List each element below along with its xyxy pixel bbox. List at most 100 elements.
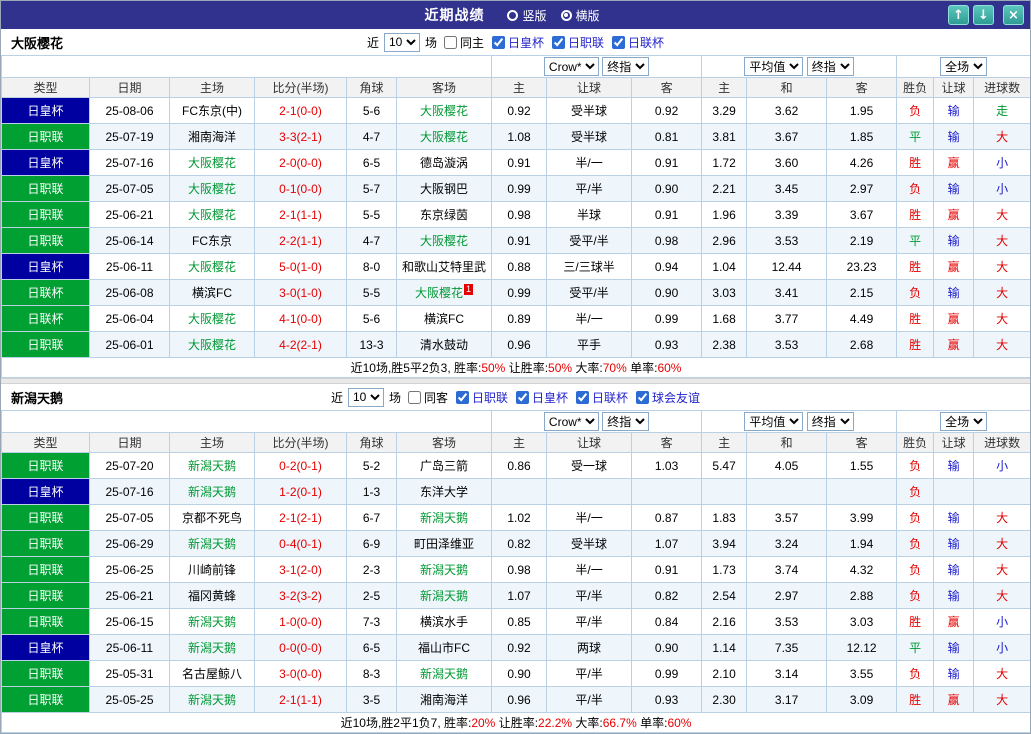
avg-source-select[interactable]: 平均值 [744,412,804,431]
goals-result: 小 [973,175,1030,202]
handicap-odds-home: 1.08 [491,123,548,150]
score-link[interactable]: 1-0(0-0) [254,608,347,635]
checkbox-label: 球会友谊 [652,390,701,405]
avg-odds-home: 2.54 [701,582,748,609]
away-team: 横滨FC [395,305,493,332]
odds-company-select[interactable]: Crow* [543,412,599,431]
handicap-odds-home: 1.02 [491,504,548,531]
score-link[interactable]: 0-4(0-1) [254,530,347,557]
odds-time-select[interactable]: 终指 [602,412,650,431]
filter-checkbox[interactable]: 球会友谊 [636,389,700,406]
checkbox-input[interactable] [576,390,590,404]
odds-time-select[interactable]: 终指 [602,57,650,76]
checkbox-input[interactable] [552,35,566,49]
score-link[interactable]: 2-1(1-1) [254,686,347,713]
home-team: 福冈黄蜂 [169,582,255,609]
avg-time-select[interactable]: 终指 [806,412,854,431]
score-link[interactable]: 3-3(2-1) [254,123,347,150]
avg-odds-draw: 3.17 [746,686,828,713]
score-link[interactable]: 0-2(0-1) [254,452,347,479]
checkbox-input[interactable] [636,390,650,404]
match-count-select[interactable]: 10 [383,32,420,52]
score-link[interactable]: 0-1(0-0) [254,175,347,202]
score-link[interactable]: 5-0(1-0) [254,253,347,280]
close-button[interactable]: × [1003,5,1024,25]
checkbox-label: 同客 [423,390,448,405]
vertical-layout-radio[interactable]: 竖版 [507,7,547,24]
filter-checkbox[interactable]: 日联杯 [612,34,664,51]
match-result: 负 [896,97,935,124]
score-link[interactable]: 3-1(2-0) [254,556,347,583]
score-link[interactable]: 2-1(1-1) [254,201,347,228]
score-link[interactable]: 3-2(3-2) [254,582,347,609]
filter-checkbox[interactable]: 同客 [407,389,448,406]
filter-checkbox[interactable]: 日皇杯 [516,389,568,406]
summary-text-part: 胜率: [443,716,472,730]
league-type-badge: 日皇杯 [1,478,90,505]
match-row: 日职联 25-06-14 FC东京 2-2(1-1) 4-7 大阪樱花 0.91 受平/半 0.… [1,227,1030,254]
corner-score: 1-3 [346,478,397,505]
checkbox-label: 日联杯 [628,35,665,50]
goals-result: 小 [973,634,1030,661]
away-team: 横滨水手 [395,608,493,635]
handicap-odds-home: 0.98 [491,556,548,583]
away-team-name: 新潟天鹅 [420,511,469,525]
checkbox-input[interactable] [443,35,457,49]
score-link[interactable]: 3-0(0-0) [254,660,347,687]
score-link[interactable]: 3-0(1-0) [254,279,347,306]
score-link[interactable]: 4-1(0-0) [254,305,347,332]
section-header: 新潟天鹅 近 10 场 同客 日职联 日皇杯 日联杯 球会友谊 [1,384,1030,410]
away-team: 湘南海洋 [395,686,493,713]
goals-result: 大 [973,582,1030,609]
goals-result: 大 [973,660,1030,687]
odds-company-select[interactable]: Crow* [543,57,599,76]
filter-checkbox[interactable]: 日联杯 [576,389,628,406]
checkbox-input[interactable] [516,390,529,404]
avg-odds-away: 1.94 [826,530,898,557]
scope-select[interactable]: 全场 [940,412,988,431]
handicap-select-cell: Crow* 终指 [491,55,703,78]
score-link[interactable]: 0-0(0-0) [254,634,347,661]
checkbox-input[interactable] [407,390,421,404]
checkbox-input[interactable] [492,35,505,49]
window-title: 近期战绩 [424,7,485,23]
column-header-7: 让球 [546,432,633,453]
filter-checkbox[interactable]: 日职联 [552,34,604,51]
near-label: 近 [366,35,379,50]
match-date: 25-06-25 [89,556,170,583]
filter-checkbox[interactable]: 日职联 [455,389,508,406]
matches-table: Crow* 终指 平均值 终指 全场 类型 日期 主场 比分(半场) 角球 客场主让球客主… [1,55,1030,378]
move-up-button[interactable]: ↑ [948,5,969,25]
avg-odds-home: 5.47 [701,452,748,479]
home-team: 大阪樱花 [169,201,255,228]
match-result: 平 [896,634,935,661]
match-result: 平 [896,227,935,254]
score-link[interactable]: 2-0(0-0) [254,149,347,176]
match-date: 25-06-08 [89,279,170,306]
filter-checkbox[interactable]: 同主 [443,34,484,51]
away-team-name: 湘南海洋 [420,693,469,707]
score-link[interactable]: 2-1(2-1) [254,504,347,531]
checkbox-input[interactable] [455,390,469,404]
away-team: 町田泽维亚 [395,530,493,557]
horizontal-layout-radio[interactable]: 横版 [560,7,600,24]
avg-odds-draw: 3.14 [746,660,828,687]
avg-source-select[interactable]: 平均值 [744,57,804,76]
league-type-badge: 日职联 [1,452,90,479]
empty-header-cell [1,410,493,433]
move-down-button[interactable]: ↓ [973,5,994,25]
home-team: FC东京 [169,227,255,254]
score-link[interactable]: 2-1(0-0) [254,97,347,124]
goals-result: 大 [973,123,1030,150]
match-result: 胜 [896,201,935,228]
match-count-select[interactable]: 10 [347,387,384,407]
scope-select[interactable]: 全场 [940,57,988,76]
avg-time-select[interactable]: 终指 [806,57,854,76]
filter-checkbox[interactable]: 日皇杯 [492,34,544,51]
score-link[interactable]: 2-2(1-1) [254,227,347,254]
checkbox-input[interactable] [612,35,626,49]
goals-result: 大 [973,305,1030,332]
avg-odds-away: 2.88 [826,582,898,609]
score-link[interactable]: 4-2(2-1) [254,331,347,358]
score-link[interactable]: 1-2(0-1) [254,478,347,505]
